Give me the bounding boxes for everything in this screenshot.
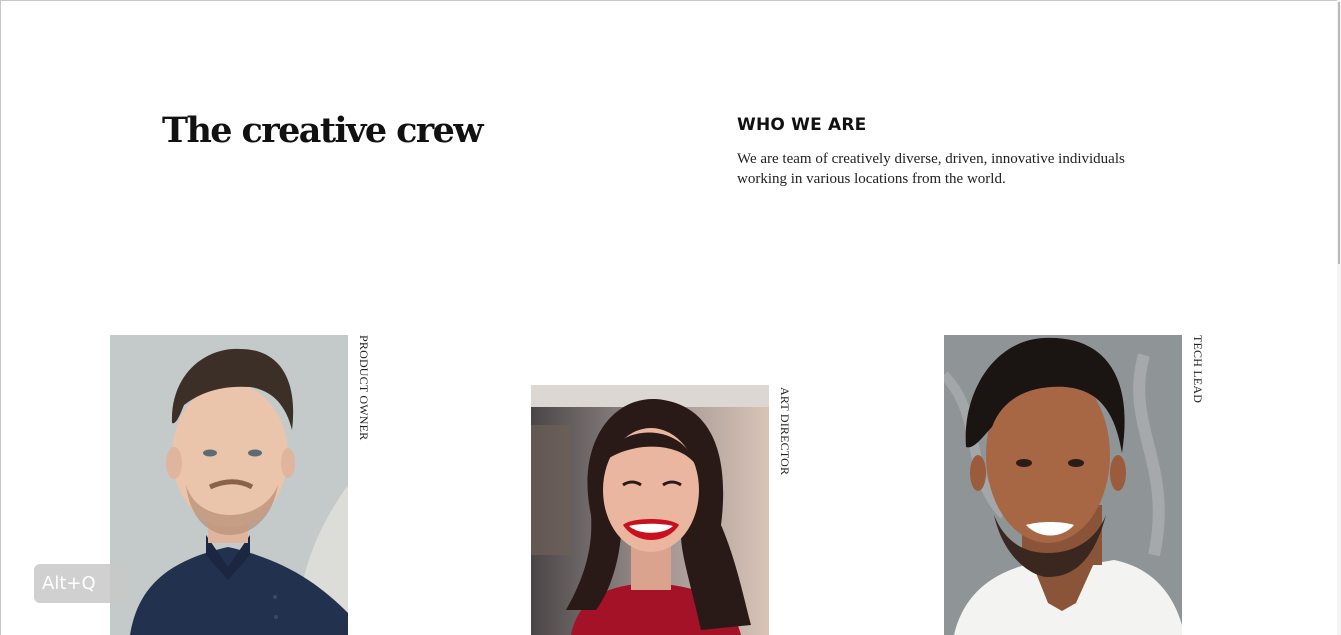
member-photo bbox=[110, 335, 348, 635]
window-top-border bbox=[0, 0, 1341, 1]
member-role: PRODUCT OWNER bbox=[357, 335, 371, 441]
scrollbar-thumb[interactable] bbox=[1338, 2, 1340, 264]
about-description: We are team of creatively diverse, drive… bbox=[737, 151, 1125, 187]
window-left-border bbox=[0, 0, 1, 635]
member-role: ART DIRECTOR bbox=[778, 387, 792, 476]
page-title: The creative crew bbox=[162, 110, 483, 151]
about-heading: WHO WE ARE bbox=[737, 115, 867, 135]
vertical-scrollbar[interactable] bbox=[1337, 0, 1341, 635]
member-photo bbox=[944, 335, 1182, 635]
hotkey-overlay-badge[interactable]: Alt+Q bbox=[34, 564, 128, 603]
member-role: TECH LEAD bbox=[1191, 335, 1205, 404]
member-photo bbox=[531, 385, 769, 635]
